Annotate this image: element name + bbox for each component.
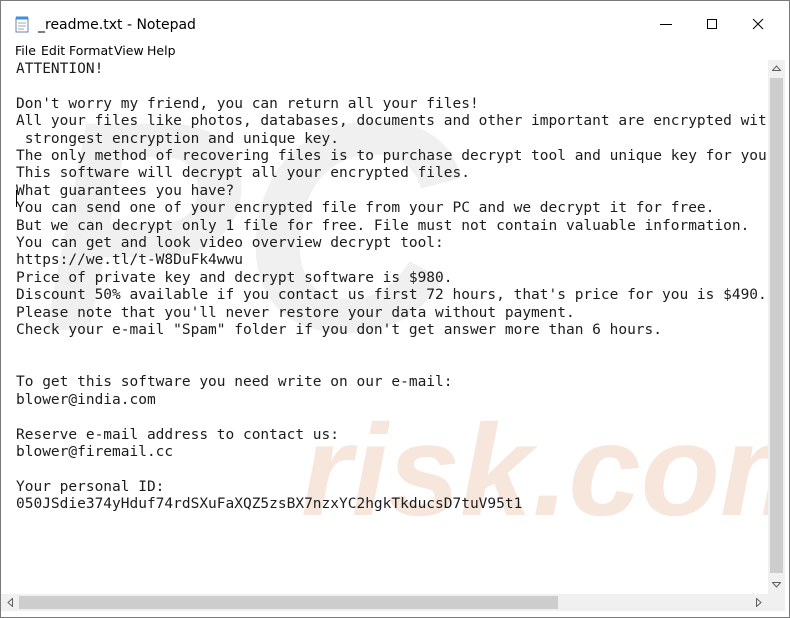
text-line: 050JSdie374yHduf74rdSXuFaXQZ5zsBX7nzxYC2…	[16, 496, 523, 513]
text-line: Please note that you'll never restore yo…	[16, 304, 575, 321]
text-line: Reserve e-mail address to contact us:	[16, 426, 340, 443]
horizontal-scrollbar[interactable]	[1, 594, 768, 611]
text-editor-area[interactable]: PC risk.com ATTENTION! Don't worry my fr…	[1, 60, 768, 594]
title-bar[interactable]: _readme.txt - Notepad	[1, 1, 789, 41]
maximize-button[interactable]	[689, 9, 735, 39]
vertical-scroll-thumb[interactable]	[770, 78, 783, 573]
menu-edit[interactable]: Edit	[41, 43, 65, 58]
text-line: strongest encryption and unique key.	[16, 130, 340, 147]
text-line: Check your e-mail "Spam" folder if you d…	[16, 322, 663, 339]
text-line: You can send one of your encrypted file …	[16, 200, 715, 217]
window-title: _readme.txt - Notepad	[38, 17, 196, 33]
scrollbar-corner	[768, 594, 785, 611]
close-icon	[752, 18, 764, 30]
text-line: You can get and look video overview decr…	[16, 235, 444, 252]
text-line: But we can decrypt only 1 file for free.…	[16, 217, 750, 234]
menu-help[interactable]: Help	[147, 43, 176, 58]
minimize-button[interactable]	[643, 9, 689, 39]
text-line: What guarantees you have?	[16, 182, 235, 199]
minimize-icon	[660, 24, 672, 25]
text-line: https://we.tl/t-W8DuFk4wwu	[16, 252, 243, 269]
text-line	[16, 340, 768, 357]
text-line	[16, 409, 768, 426]
scroll-right-arrow-icon[interactable]	[756, 598, 762, 607]
close-button[interactable]	[735, 9, 781, 39]
scroll-down-arrow-icon[interactable]	[772, 582, 781, 588]
text-caret	[16, 190, 17, 207]
notepad-icon	[15, 16, 30, 33]
text-line: Price of private key and decrypt softwar…	[16, 269, 453, 286]
text-line: All your files like photos, databases, d…	[16, 113, 768, 130]
menu-view[interactable]: View	[114, 43, 144, 58]
text-line: Discount 50% available if you contact us…	[16, 287, 767, 304]
text-line	[16, 461, 768, 478]
menu-format[interactable]: Format	[69, 43, 113, 58]
text-line: blower@firemail.cc	[16, 443, 174, 460]
text-line: This software will decrypt all your encr…	[16, 165, 470, 182]
text-line	[16, 357, 768, 374]
vertical-scrollbar[interactable]	[768, 60, 785, 594]
text-line: Don't worry my friend, you can return al…	[16, 95, 479, 112]
text-line: ATTENTION!	[16, 61, 104, 77]
text-line	[16, 78, 768, 95]
menu-file[interactable]: File	[15, 43, 36, 58]
document-text: ATTENTION! Don't worry my friend, you ca…	[16, 61, 768, 514]
maximize-icon	[707, 19, 717, 29]
text-line: The only method of recovering files is t…	[16, 148, 768, 165]
text-line: Your personal ID:	[16, 478, 165, 495]
scroll-left-arrow-icon[interactable]	[7, 598, 13, 607]
scroll-up-arrow-icon[interactable]	[772, 65, 781, 71]
text-line: blower@india.com	[16, 391, 156, 408]
text-line: To get this software you need write on o…	[16, 374, 453, 391]
notepad-window: _readme.txt - Notepad File Edit Format V…	[0, 0, 790, 618]
horizontal-scroll-thumb[interactable]	[19, 596, 558, 609]
menu-bar: File Edit Format View Help	[1, 41, 789, 60]
